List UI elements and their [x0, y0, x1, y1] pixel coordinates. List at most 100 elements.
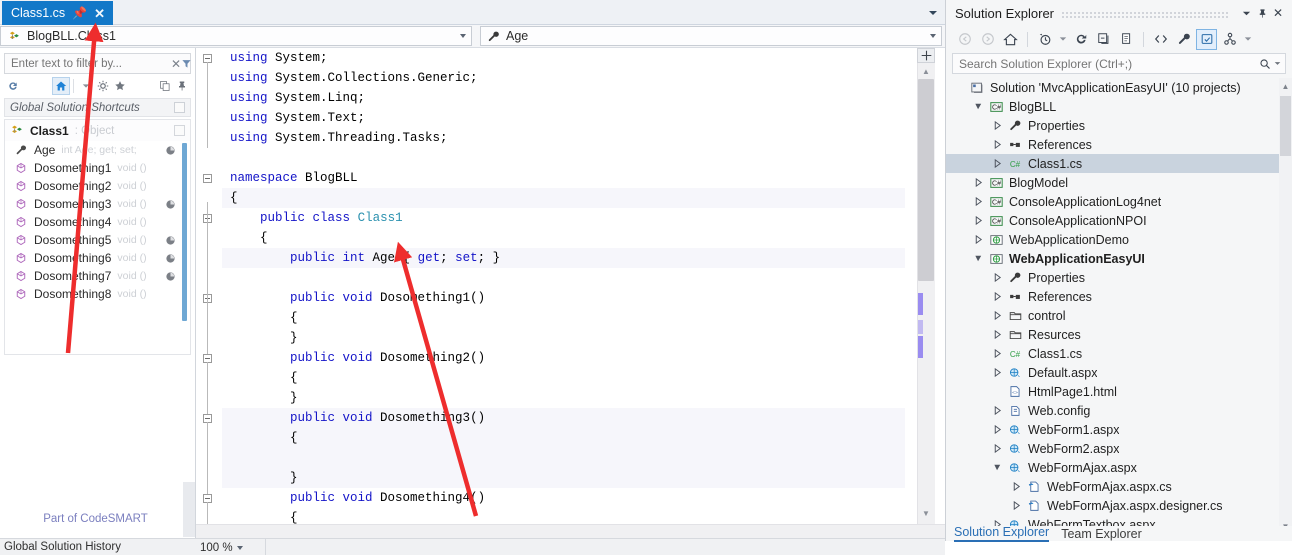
- settings-gear-icon[interactable]: [94, 77, 111, 95]
- chevron-right-icon[interactable]: [992, 330, 1003, 339]
- tree-item[interactable]: WebFormAjax.aspx.designer.cs: [946, 496, 1292, 515]
- scroll-thumb[interactable]: [1280, 96, 1291, 156]
- tree-item[interactable]: References: [946, 287, 1292, 306]
- status-horizontal-scroll-region[interactable]: [272, 539, 945, 555]
- member-row[interactable]: Dosomething4 void (): [5, 213, 190, 231]
- properties-icon[interactable]: [1173, 29, 1194, 50]
- chevron-down-icon[interactable]: [973, 102, 984, 111]
- editor-scroll-thumb[interactable]: [918, 79, 934, 281]
- outlining-margin[interactable]: [196, 48, 222, 538]
- member-row[interactable]: Dosomething6 void (): [5, 249, 190, 267]
- type-dropdown[interactable]: BlogBLL.Class1: [0, 26, 472, 46]
- tree-item[interactable]: <> HtmlPage1.html: [946, 382, 1292, 401]
- chevron-right-icon[interactable]: [992, 425, 1003, 434]
- show-all-files-icon[interactable]: [1116, 29, 1137, 50]
- tree-item[interactable]: Properties: [946, 116, 1292, 135]
- refresh-icon[interactable]: [4, 77, 21, 95]
- chevron-right-icon[interactable]: [992, 311, 1003, 320]
- bottom-tab[interactable]: Solution Explorer: [954, 525, 1050, 542]
- tree-item[interactable]: WebApplicationDemo: [946, 230, 1292, 249]
- preview-file-icon[interactable]: [1196, 28, 1217, 50]
- pin-icon[interactable]: [174, 77, 191, 95]
- tree-item[interactable]: WebApplicationEasyUI: [946, 249, 1292, 268]
- chevron-right-icon[interactable]: [973, 197, 984, 206]
- tree-item[interactable]: C# BlogModel: [946, 173, 1292, 192]
- solution-tree-scrollbar[interactable]: ▲ ▼: [1279, 78, 1292, 540]
- chevron-down-icon[interactable]: [77, 77, 94, 95]
- pin-icon[interactable]: [1254, 4, 1270, 22]
- member-row[interactable]: Age int Age; get; set;: [5, 141, 190, 159]
- panel-menu-icon[interactable]: [1238, 4, 1254, 22]
- tree-item[interactable]: C# ConsoleApplicationLog4net: [946, 192, 1292, 211]
- scroll-up-icon[interactable]: ▲: [1279, 78, 1292, 94]
- editor-horizontal-scrollbar[interactable]: [196, 524, 945, 538]
- solution-tree[interactable]: Solution 'MvcApplicationEasyUI' (10 proj…: [946, 78, 1292, 540]
- chevron-right-icon[interactable]: [992, 292, 1003, 301]
- chevron-right-icon[interactable]: [1011, 501, 1022, 510]
- tree-item[interactable]: Default.aspx: [946, 363, 1292, 382]
- tree-item[interactable]: C# Class1.cs: [946, 154, 1292, 173]
- chevron-down-icon[interactable]: [973, 254, 984, 263]
- tree-item[interactable]: C# ConsoleApplicationNPOI: [946, 211, 1292, 230]
- search-box[interactable]: [952, 53, 1286, 74]
- chevron-down-icon[interactable]: [1057, 29, 1068, 50]
- chevron-right-icon[interactable]: [992, 140, 1003, 149]
- zoom-control[interactable]: 100 %: [196, 539, 266, 555]
- tree-item[interactable]: Resurces: [946, 325, 1292, 344]
- tree-item[interactable]: C# BlogBLL: [946, 97, 1292, 116]
- member-list-scrollbar[interactable]: [182, 143, 187, 321]
- tree-item[interactable]: control: [946, 306, 1292, 325]
- member-row[interactable]: Dosomething5 void (): [5, 231, 190, 249]
- chevron-right-icon[interactable]: [992, 349, 1003, 358]
- chevron-right-icon[interactable]: [992, 368, 1003, 377]
- tree-item[interactable]: Web.config: [946, 401, 1292, 420]
- close-icon[interactable]: ✕: [1270, 4, 1286, 22]
- chevron-right-icon[interactable]: [992, 273, 1003, 282]
- funnel-filter-icon[interactable]: [181, 54, 192, 73]
- home-icon[interactable]: [52, 76, 71, 95]
- view-code-icon[interactable]: [1150, 29, 1171, 50]
- chevron-right-icon[interactable]: [992, 444, 1003, 453]
- back-icon[interactable]: [954, 29, 975, 50]
- filter-input[interactable]: [5, 57, 171, 70]
- member-row[interactable]: Dosomething7 void (): [5, 267, 190, 285]
- bottom-tab[interactable]: Team Explorer: [1061, 527, 1142, 541]
- collapse-toggle-icon[interactable]: [174, 125, 185, 136]
- left-panel-scrollbar[interactable]: [183, 482, 195, 537]
- chevron-down-icon[interactable]: [992, 463, 1003, 472]
- member-row[interactable]: Dosomething8 void (): [5, 285, 190, 303]
- favorite-star-icon[interactable]: [111, 77, 128, 95]
- editor-split-handle[interactable]: [917, 48, 935, 63]
- member-dropdown[interactable]: Age: [480, 26, 942, 46]
- member-list-class-header[interactable]: Class1 : Object: [5, 120, 190, 141]
- chevron-right-icon[interactable]: [973, 178, 984, 187]
- chevron-right-icon[interactable]: [992, 159, 1003, 168]
- chevron-right-icon[interactable]: [973, 216, 984, 225]
- tree-item[interactable]: References: [946, 135, 1292, 154]
- clear-filter-icon[interactable]: ✕: [171, 54, 181, 73]
- copy-icon[interactable]: [157, 77, 174, 95]
- member-row[interactable]: Dosomething1 void (): [5, 159, 190, 177]
- pending-changes-icon[interactable]: [1034, 29, 1055, 50]
- search-icon[interactable]: [1259, 58, 1281, 70]
- class-view-icon[interactable]: [1219, 29, 1240, 50]
- tree-item[interactable]: WebFormAjax.aspx.cs: [946, 477, 1292, 496]
- scroll-down-icon[interactable]: ▼: [917, 506, 935, 521]
- scroll-up-icon[interactable]: ▲: [917, 64, 935, 79]
- tab-class1-cs[interactable]: Class1.cs 📌 ✕: [2, 1, 114, 25]
- chevron-right-icon[interactable]: [992, 406, 1003, 415]
- member-row[interactable]: Dosomething3 void (): [5, 195, 190, 213]
- code-text-area[interactable]: using System; using System.Collections.Ge…: [222, 48, 905, 538]
- chevron-down-icon[interactable]: [927, 6, 939, 18]
- collapse-all-icon[interactable]: [1093, 29, 1114, 50]
- chevron-right-icon[interactable]: [973, 235, 984, 244]
- home-icon[interactable]: [1000, 29, 1021, 50]
- member-row[interactable]: Dosomething2 void (): [5, 177, 190, 195]
- tree-item[interactable]: C# Class1.cs: [946, 344, 1292, 363]
- tree-item[interactable]: Properties: [946, 268, 1292, 287]
- tree-item[interactable]: WebForm2.aspx: [946, 439, 1292, 458]
- tree-item[interactable]: WebForm1.aspx: [946, 420, 1292, 439]
- group-header-global-solution-shortcuts[interactable]: Global Solution Shortcuts: [4, 98, 191, 117]
- chevron-right-icon[interactable]: [1011, 482, 1022, 491]
- chevron-down-icon[interactable]: [1242, 29, 1253, 50]
